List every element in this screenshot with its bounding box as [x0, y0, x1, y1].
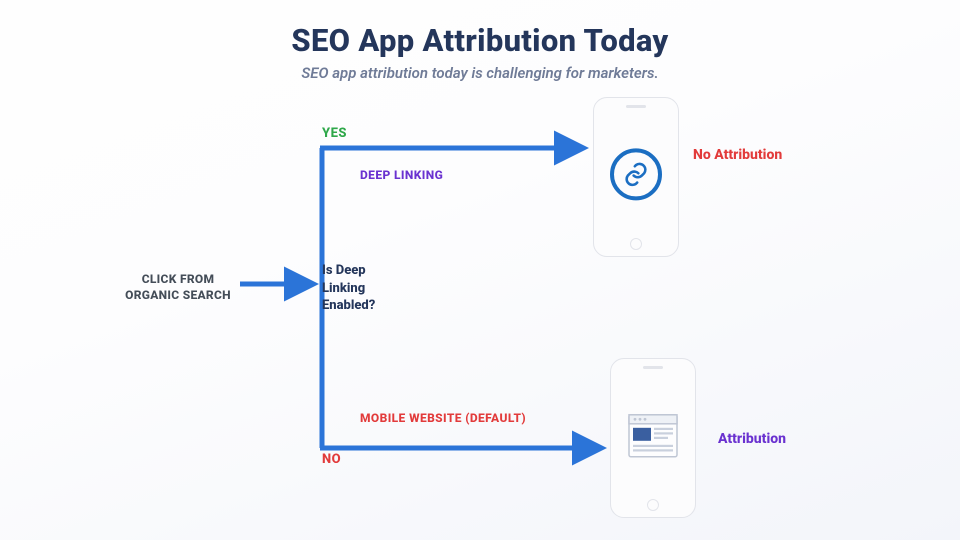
- decision-node-label: Is Deep Linking Enabled?: [322, 262, 402, 315]
- branch-yes-label: YES: [322, 125, 347, 143]
- link-chain-icon: [610, 148, 662, 200]
- path-mobile-website-label: MOBILE WEBSITE (DEFAULT): [360, 410, 526, 426]
- flow-arrows: [0, 0, 960, 540]
- phone-web-outcome: [610, 358, 696, 518]
- phone-app-outcome: [593, 97, 679, 257]
- result-attribution-label: Attribution: [718, 430, 786, 449]
- start-node-label: CLICK FROM ORGANIC SEARCH: [118, 271, 238, 303]
- browser-window-icon: [628, 414, 678, 458]
- branch-no-label: NO: [322, 451, 341, 469]
- result-no-attribution-label: No Attribution: [693, 146, 783, 165]
- path-deep-linking-label: DEEP LINKING: [360, 167, 443, 183]
